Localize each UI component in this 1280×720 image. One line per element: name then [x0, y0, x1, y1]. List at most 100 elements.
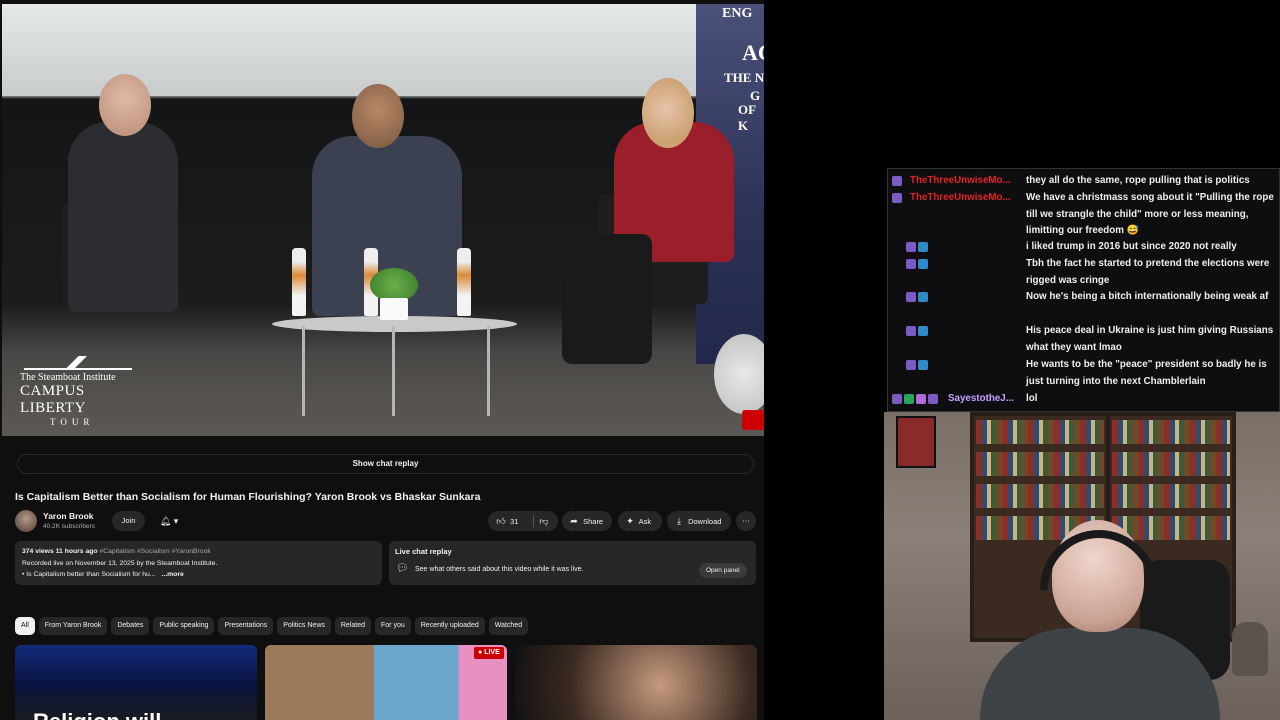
live-badge-label: LIVE	[484, 649, 500, 656]
live-chat-replay-text: See what others said about this video wh…	[415, 566, 584, 573]
download-button[interactable]: ⤓ Download	[667, 511, 731, 531]
chip-for-you[interactable]: For you	[375, 617, 411, 635]
cat	[1232, 622, 1268, 676]
chat-text: Now he's being a bitch internationally b…	[1026, 291, 1269, 302]
chat-badges	[906, 256, 930, 272]
chip-related[interactable]: Related	[334, 617, 372, 635]
table-leg	[392, 326, 395, 416]
show-chat-replay-button[interactable]: Show chat replay	[17, 454, 754, 474]
table-leg	[302, 326, 305, 416]
chip-debates[interactable]: Debates	[111, 617, 150, 635]
chat-text: We have a christmass song about it "Pull…	[1026, 192, 1274, 236]
vip-badge-icon	[918, 242, 928, 252]
bell-icon: 🔔︎ ▾	[159, 516, 179, 526]
chat-bubble-icon: 💬︎	[396, 563, 409, 574]
subscriber-badge-icon	[892, 394, 902, 404]
show-more-button[interactable]: ...more	[161, 571, 183, 578]
chat-text: i liked trump in 2016 but since 2020 not…	[1026, 241, 1237, 252]
books	[1112, 452, 1230, 476]
chat-username[interactable]: TheThreeUnwiseMo...	[910, 190, 1020, 207]
divider	[533, 515, 534, 527]
subscriber-badge-icon	[906, 292, 916, 302]
logo-line2: CAMPUS LIBERTY	[20, 383, 86, 416]
thumbs-up-icon[interactable]: 👍︎	[494, 511, 508, 531]
view-stats: 374 views 11 hours ago	[22, 548, 98, 555]
banner-text: ENG	[722, 6, 753, 21]
books	[1112, 484, 1230, 508]
chat-text: His peace deal in Ukraine is just him gi…	[1026, 325, 1274, 353]
vip-badge-icon	[918, 360, 928, 370]
more-actions-button[interactable]: ⋯	[736, 511, 756, 531]
chat-badges	[892, 391, 940, 407]
speaker-left-head	[99, 74, 151, 136]
table-leg	[487, 326, 490, 416]
video-title: Is Capitalism Better than Socialism for …	[15, 491, 481, 503]
chat-username[interactable]: TheThreeUnwiseMo...	[910, 173, 1020, 190]
sparkle-icon: ✦	[626, 516, 634, 526]
subscriber-badge-icon	[928, 394, 938, 404]
mountain-icon	[24, 356, 132, 370]
chip-politics-news[interactable]: Politics News	[277, 617, 331, 635]
water-bottle	[292, 248, 306, 316]
description-box[interactable]: 374 views 11 hours ago #Capitalism #Soci…	[15, 541, 382, 585]
star-badge-icon	[916, 394, 926, 404]
steamboat-logo: The Steamboat Institute CAMPUS LIBERTY T…	[20, 356, 135, 427]
channel-avatar[interactable]	[15, 510, 37, 532]
recommended-thumbnail[interactable]	[265, 645, 507, 720]
chat-text: Tbh the fact he started to pretend the e…	[1026, 258, 1270, 286]
chat-username[interactable]: SayestotheJ...	[948, 391, 1022, 408]
water-bottle	[457, 248, 471, 316]
chat-badges	[892, 190, 904, 206]
recommended-thumbnail[interactable]	[515, 645, 757, 720]
subscriber-badge-icon	[892, 176, 902, 186]
notification-bell-button[interactable]: 🔔︎ ▾	[150, 511, 188, 531]
thumbs-down-icon[interactable]: 👎︎	[537, 511, 551, 531]
stream-chat-overlay: TheThreeUnwiseMo... they all do the same…	[887, 168, 1280, 412]
chip-recently-uploaded[interactable]: Recently uploaded	[414, 617, 485, 635]
join-button[interactable]: Join	[112, 511, 145, 531]
description-line3: • Is Capitalism better than Socialism fo…	[22, 569, 375, 581]
live-chat-replay-card: Live chat replay 💬︎ See what others said…	[389, 541, 756, 585]
moderator-badge-icon	[904, 394, 914, 404]
more-icon: ⋯	[742, 516, 750, 525]
open-panel-button[interactable]: Open panel	[699, 563, 747, 578]
books	[976, 420, 1104, 444]
subscriber-badge-icon	[906, 326, 916, 336]
thumbnail-text: Religion will	[33, 709, 161, 720]
chat-badges	[892, 173, 904, 189]
filter-chips: All From Yaron Brook Debates Public speakin…	[15, 617, 532, 635]
chapter-link[interactable]: • Is Capitalism better than Socialism fo…	[22, 571, 155, 578]
speaker-right-head	[642, 78, 694, 148]
chat-badges	[906, 357, 930, 373]
hashtags[interactable]: #Capitalism #Socialism #YaronBrook	[99, 548, 210, 555]
live-chat-replay-title: Live chat replay	[395, 547, 452, 556]
speaker-left	[68, 122, 178, 312]
chip-all[interactable]: All	[15, 617, 35, 635]
chip-watched[interactable]: Watched	[488, 617, 529, 635]
speaker-right-legs	[562, 234, 652, 364]
subscribe-watermark-icon[interactable]	[742, 410, 764, 430]
subscriber-badge-icon	[906, 360, 916, 370]
chat-text: He wants to be the "peace" president so …	[1026, 359, 1267, 387]
like-dislike-group[interactable]: 👍︎ 31 👎︎	[488, 511, 558, 531]
recommended-thumbnail[interactable]: Religion will	[15, 645, 257, 720]
description-line1: 374 views 11 hours ago #Capitalism #Soci…	[22, 546, 375, 558]
subscriber-badge-icon	[892, 193, 902, 203]
chat-text: lol	[1026, 393, 1038, 404]
like-count: 31	[510, 517, 519, 526]
ask-button[interactable]: ✦ Ask	[618, 511, 662, 531]
channel-name[interactable]: Yaron Brook	[43, 511, 94, 521]
chip-from-channel[interactable]: From Yaron Brook	[38, 617, 108, 635]
live-badge: ● LIVE	[474, 647, 504, 659]
wall-poster	[896, 416, 936, 468]
chip-presentations[interactable]: Presentations	[218, 617, 274, 635]
share-label: Share	[583, 517, 604, 526]
video-player[interactable]: ENG AC THE N G OF K	[2, 4, 764, 436]
chip-public-speaking[interactable]: Public speaking	[153, 617, 215, 635]
banner-text: THE N	[724, 70, 764, 85]
plant	[370, 268, 418, 302]
share-button[interactable]: ➦ Share	[562, 511, 612, 531]
subscriber-count: 40.2K subscribers	[43, 523, 96, 530]
download-label: Download	[688, 517, 722, 526]
chat-badges	[906, 289, 930, 305]
